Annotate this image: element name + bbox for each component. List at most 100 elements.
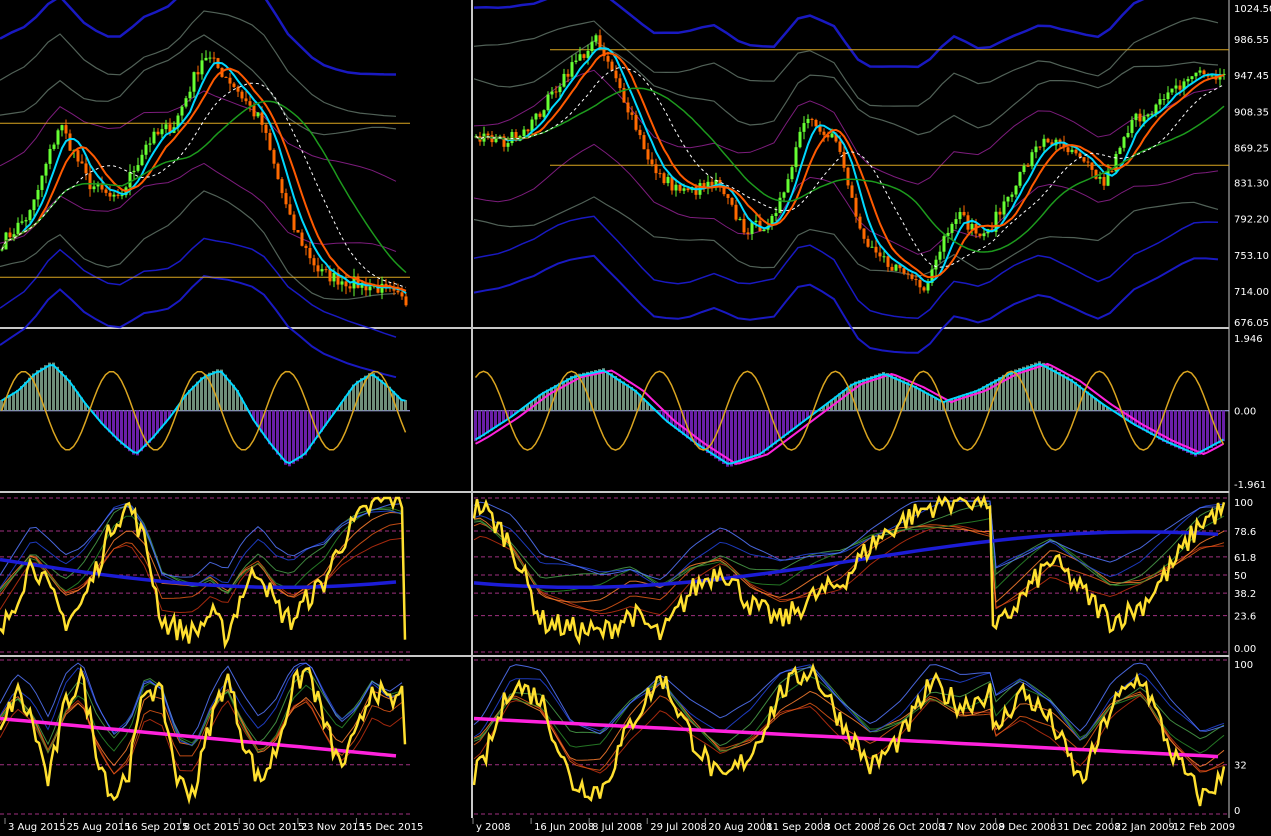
macd-bar [1042, 362, 1045, 411]
candle-body [324, 269, 328, 271]
macd-bar [630, 386, 633, 411]
left-date-label: 16 Sep 2015 [125, 822, 188, 833]
left-date-label: 23 Nov 2015 [301, 822, 365, 833]
price-y-tick-label: 676.05 [1234, 318, 1269, 329]
candle-body [328, 269, 332, 282]
candle-body [160, 129, 164, 135]
macd-bar [734, 410, 737, 466]
candle-body [850, 185, 854, 198]
macd-bar [284, 410, 287, 465]
macd-bar [120, 410, 123, 445]
candle-body [782, 192, 786, 198]
candle-body [978, 233, 982, 237]
candle-body [710, 181, 714, 186]
candle-body [794, 147, 798, 168]
osc1-y-tick-label: 61.8 [1234, 553, 1256, 564]
macd-bar [922, 390, 925, 411]
macd-y-tick-label: 1.946 [1234, 334, 1263, 345]
candle-body [60, 125, 64, 131]
candle-body [982, 233, 986, 237]
candle-body [128, 172, 132, 188]
candle-body [786, 179, 790, 193]
candle-body [1082, 157, 1086, 162]
macd-bar [1070, 378, 1073, 411]
candle-body [1022, 165, 1026, 173]
left-date-label: 30 Oct 2015 [242, 822, 304, 833]
candle-body [180, 106, 184, 116]
candle-body [16, 222, 20, 235]
macd-y-tick-label: -1.961 [1234, 480, 1266, 491]
candle-body [550, 91, 554, 95]
candle-body [332, 272, 336, 282]
candle-body [598, 35, 602, 49]
candle-body [296, 229, 300, 233]
macd-y-tick-label: 0.00 [1234, 407, 1256, 418]
candle-body [1126, 132, 1130, 138]
candle-body [304, 245, 308, 249]
candle-body [506, 143, 510, 147]
macd-bar [56, 366, 59, 411]
candle-body [264, 124, 268, 133]
candle-body [862, 228, 866, 239]
macd-bar [762, 410, 765, 454]
candle-body [248, 101, 252, 106]
right-date-label: 3 Oct 2008 [824, 822, 879, 833]
candle-body [582, 54, 586, 58]
macd-bar [758, 410, 761, 457]
candle-body [626, 102, 630, 113]
osc1-y-tick-label: 23.6 [1234, 612, 1256, 623]
macd-bar [546, 389, 549, 411]
candle-body [1202, 70, 1206, 75]
candle-body [1014, 185, 1018, 195]
candle-body [926, 282, 930, 291]
candle-body [132, 170, 136, 173]
multi-panel-chart: 1024.50 986.55 947.45 908.35 869.25 831.30 792… [0, 0, 1271, 836]
left-date-label: 8 Oct 2015 [184, 822, 239, 833]
macd-bar [1206, 410, 1209, 451]
candle-body [666, 176, 670, 184]
macd-bar [610, 373, 613, 411]
candle-body [534, 113, 538, 120]
osc2-y-tick-label: 32 [1234, 761, 1247, 772]
candle-body [140, 154, 144, 166]
candle-body [630, 112, 634, 115]
price-y-tick-label: 1024.50 [1234, 4, 1271, 15]
candle-body [32, 199, 36, 211]
macd-bar [372, 373, 375, 411]
candle-body [0, 249, 4, 251]
macd-bar [28, 377, 31, 411]
macd-bar [1202, 410, 1205, 453]
candle-body [228, 77, 232, 84]
macd-bar [288, 410, 291, 467]
osc1-y-tick-label: 38.2 [1234, 589, 1256, 600]
candle-body [634, 114, 638, 130]
candle-body [678, 184, 682, 191]
candle-body [1130, 120, 1134, 133]
macd-bar [606, 370, 609, 411]
macd-bar [116, 410, 119, 441]
candle-body [890, 266, 894, 271]
macd-bar [1046, 365, 1049, 411]
candle-body [112, 194, 116, 197]
candle-body [954, 219, 958, 224]
macd-bar [404, 400, 407, 411]
candle-body [542, 110, 546, 117]
macd-bar [276, 410, 279, 455]
candle-body [742, 218, 746, 233]
candle-body [546, 94, 550, 111]
macd-bar [48, 362, 51, 411]
macd-bar [112, 410, 115, 437]
macd-bar [482, 410, 485, 437]
candle-body [1070, 149, 1074, 153]
macd-bar [124, 410, 127, 448]
candle-body [638, 129, 642, 136]
candle-body [1110, 171, 1114, 173]
macd-bar [1054, 369, 1057, 411]
candle-body [554, 91, 558, 93]
candle-body [1006, 196, 1010, 202]
candle-body [642, 135, 646, 150]
macd-bar [220, 369, 223, 411]
candle-body [1038, 146, 1042, 148]
macd-bar [698, 410, 701, 448]
macd-bar [474, 410, 477, 442]
